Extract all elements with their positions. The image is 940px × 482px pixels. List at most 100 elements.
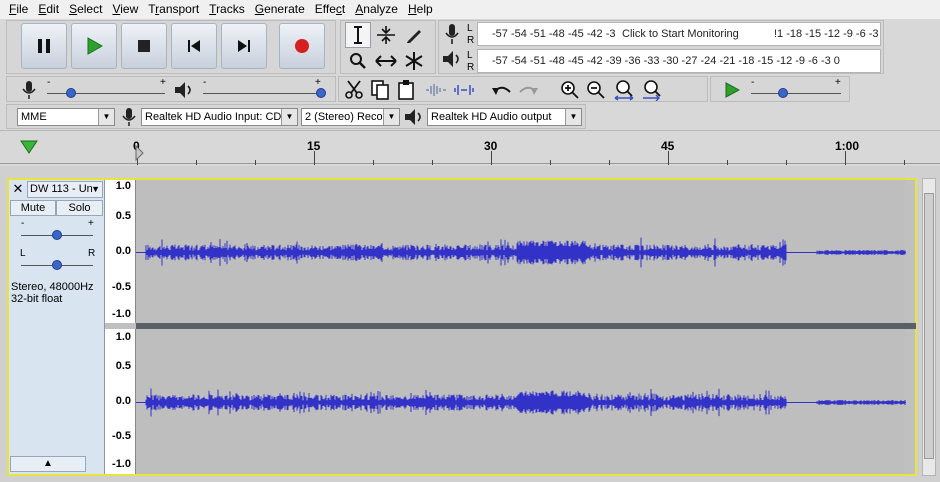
vertical-ruler-top: 1.0 0.5 0.0 -0.5 -1.0 <box>105 180 136 323</box>
timeline-tick <box>904 160 905 165</box>
menu-file[interactable]: File <box>4 0 33 19</box>
menu-generate[interactable]: Generate <box>250 0 310 19</box>
vertical-scrollbar[interactable] <box>922 178 936 476</box>
record-meter-scale: -57 -54 -51 -48 -45 -42 -3 <box>492 28 616 40</box>
mic-volume-plus: + <box>160 77 166 88</box>
fit-selection-icon <box>614 80 634 101</box>
record-meter-button[interactable] <box>443 23 463 45</box>
timeline-tick <box>727 160 728 165</box>
rec-left-label: L <box>467 23 473 34</box>
silence-audio-button[interactable] <box>451 77 477 103</box>
zoom-out-button[interactable] <box>583 77 609 103</box>
playback-meter-button[interactable] <box>441 49 465 71</box>
skip-to-end-button[interactable] <box>221 23 267 69</box>
menu-select[interactable]: Select <box>64 0 107 19</box>
envelope-tool[interactable] <box>373 22 399 48</box>
record-meter[interactable]: -57 -54 -51 -48 -45 -42 -3 Click to Star… <box>477 22 881 46</box>
ruler-label: 1.0 <box>115 180 131 192</box>
draw-tool[interactable] <box>401 22 427 48</box>
speed-slider[interactable] <box>778 88 789 98</box>
fit-selection-button[interactable] <box>611 77 637 103</box>
play-at-speed-button[interactable] <box>719 77 745 103</box>
timeline-tick <box>491 151 492 165</box>
multi-tool[interactable] <box>401 48 427 74</box>
playback-device-select[interactable]: Realtek HD Audio output ▼ <box>427 108 582 126</box>
undo-button[interactable] <box>489 77 515 103</box>
trim-audio-button[interactable] <box>423 77 449 103</box>
play-left-label: L <box>467 50 473 61</box>
timeline-tick <box>609 160 610 165</box>
pause-button[interactable] <box>21 23 67 69</box>
pan-slider[interactable] <box>52 260 62 270</box>
fit-project-button[interactable] <box>639 77 665 103</box>
gain-slider[interactable] <box>52 230 62 240</box>
skip-start-icon <box>188 40 200 52</box>
track-name: DW 113 - Un <box>30 183 93 195</box>
undo-icon <box>492 86 511 95</box>
timeline-tick <box>786 160 787 165</box>
chevron-down-icon: ▼ <box>91 184 100 194</box>
recording-channels-select[interactable]: 2 (Stereo) Recor ▼ <box>301 108 400 126</box>
play-icon <box>87 37 103 55</box>
mute-button[interactable]: Mute <box>10 200 56 216</box>
zoom-tool[interactable] <box>345 48 371 74</box>
speaker-volume-slider[interactable] <box>316 88 326 98</box>
zoom-out-icon <box>587 81 605 99</box>
stop-icon <box>138 40 150 52</box>
scroll-thumb[interactable] <box>924 193 934 459</box>
mic-volume-slider[interactable] <box>65 88 76 98</box>
speaker-volume-minus: - <box>203 77 207 88</box>
record-button[interactable] <box>279 23 325 69</box>
menu-view[interactable]: View <box>107 0 143 19</box>
recording-device-value: Realtek HD Audio Input: CD <box>145 111 282 123</box>
speed-minus: - <box>751 77 755 88</box>
paste-button[interactable] <box>393 77 419 103</box>
redo-button[interactable] <box>515 77 541 103</box>
envelope-icon <box>377 26 395 44</box>
timeline-tick <box>196 160 197 165</box>
cut-button[interactable] <box>341 77 367 103</box>
menu-transport[interactable]: Transport <box>143 0 204 19</box>
recording-device-select[interactable]: Realtek HD Audio Input: CD ▼ <box>141 108 298 126</box>
time-shift-tool[interactable] <box>373 48 399 74</box>
skip-end-icon <box>238 40 250 52</box>
timeline-ruler[interactable]: 0 15 30 45 1:00 <box>0 130 940 165</box>
waveform-right-channel[interactable] <box>136 329 906 474</box>
trim-icon <box>426 84 446 96</box>
play-icon <box>725 82 740 98</box>
speed-track <box>751 93 841 94</box>
stop-button[interactable] <box>121 23 167 69</box>
track-name-menu[interactable]: DW 113 - Un ▼ <box>27 181 103 198</box>
close-track-button[interactable]: ✕ <box>11 182 25 196</box>
solo-button[interactable]: Solo <box>56 200 103 216</box>
microphone-icon <box>122 108 136 126</box>
timeline-tick <box>314 151 315 165</box>
playback-meter[interactable]: -57 -54 -51 -48 -45 -42 -39 -36 -33 -30 … <box>477 49 881 73</box>
edit-toolbar <box>338 76 708 102</box>
speaker-volume-plus: + <box>315 77 321 88</box>
record-meter-scale-tail: !1 -18 -15 -12 -9 -6 -3 0 <box>774 28 881 40</box>
meter-toolbar: L R -57 -54 -51 -48 -45 -42 -3 Click to … <box>438 20 884 74</box>
chevron-down-icon: ▼ <box>281 109 297 125</box>
menu-effect[interactable]: Effect <box>310 0 350 19</box>
waveform-left-channel[interactable] <box>136 180 906 323</box>
collapse-track-button[interactable]: ▲ <box>10 456 86 472</box>
timeline-tick <box>255 160 256 165</box>
menu-analyze[interactable]: Analyze <box>350 0 403 19</box>
timeline-tick <box>432 160 433 165</box>
zoom-in-button[interactable] <box>557 77 583 103</box>
record-meter-prompt[interactable]: Click to Start Monitoring <box>620 23 741 45</box>
waveform-bottom-graphic <box>136 388 906 417</box>
audio-host-select[interactable]: MME ▼ <box>17 108 115 126</box>
rec-right-label: R <box>467 35 475 46</box>
copy-button[interactable] <box>367 77 393 103</box>
timeline-label-60: 1:00 <box>835 139 860 153</box>
chevron-down-icon: ▼ <box>383 109 399 125</box>
menu-help[interactable]: Help <box>403 0 438 19</box>
audio-host-value: MME <box>21 111 47 123</box>
selection-tool[interactable] <box>345 22 371 48</box>
play-button[interactable] <box>71 23 117 69</box>
skip-to-start-button[interactable] <box>171 23 217 69</box>
menu-tracks[interactable]: Tracks <box>204 0 250 19</box>
menu-edit[interactable]: Edit <box>33 0 64 19</box>
